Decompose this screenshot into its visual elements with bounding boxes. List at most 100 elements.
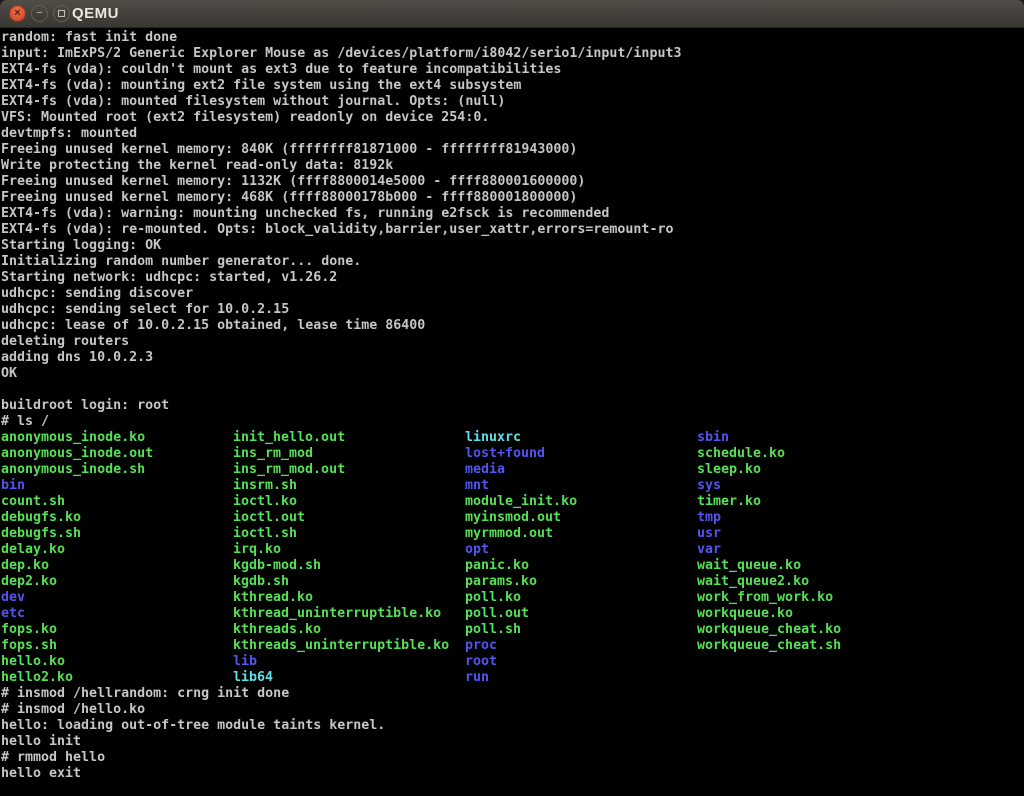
console-line: Freeing unused kernel memory: 468K (ffff… <box>1 190 1024 206</box>
file-name: timer.ko <box>697 494 761 510</box>
console-line: udhcpc: lease of 10.0.2.15 obtained, lea… <box>1 318 1024 334</box>
file-name: sys <box>697 478 721 494</box>
file-name: hello.ko <box>1 654 65 670</box>
console-line: Starting logging: OK <box>1 238 1024 254</box>
file-name: poll.ko <box>465 590 521 606</box>
ls-output: anonymous_inode.ko init_hello.out linuxrc s… <box>1 430 1024 686</box>
minimize-icon: − <box>36 8 42 19</box>
file-name: fops.sh <box>1 638 57 654</box>
ls-row: devkthread.kopoll.kowork_from_work.ko <box>1 590 1024 606</box>
maximize-button[interactable] <box>53 5 70 22</box>
file-name: irq.ko <box>233 542 281 558</box>
console-line: adding dns 10.0.2.3 <box>1 350 1024 366</box>
file-name: kthreads_uninterruptible.ko <box>233 638 449 654</box>
ls-row: etckthread_uninterruptible.kopoll.outwor… <box>1 606 1024 622</box>
ls-row: dep2.kokgdb.shparams.kowait_queue2.ko <box>1 574 1024 590</box>
ls-row: debugfs.koioctl.outmyinsmod.outtmp <box>1 510 1024 526</box>
file-name: work_from_work.ko <box>697 590 833 606</box>
ls-row: fops.sh kthreads_uninterruptible.ko proc wo… <box>1 638 1024 654</box>
file-name: dev <box>1 590 25 606</box>
file-name: wait_queue.ko <box>697 558 801 574</box>
file-name: usr <box>697 526 721 542</box>
file-name: fops.ko <box>1 622 57 638</box>
console-line: # insmod /hellrandom: crng init done <box>1 686 1024 702</box>
console-line: random: fast init done <box>1 30 1024 46</box>
console-line: VFS: Mounted root (ext2 filesystem) read… <box>1 110 1024 126</box>
file-name: workqueue.ko <box>697 606 793 622</box>
console-line: EXT4-fs (vda): re-mounted. Opts: block_v… <box>1 222 1024 238</box>
file-name: insrm.sh <box>233 478 297 494</box>
file-name: run <box>465 670 489 686</box>
file-name: hello2.ko <box>1 670 73 686</box>
close-button[interactable]: × <box>9 5 26 22</box>
console-line: input: ImExPS/2 Generic Explorer Mouse a… <box>1 46 1024 62</box>
file-name: module_init.ko <box>465 494 577 510</box>
file-name: debugfs.sh <box>1 526 81 542</box>
file-name: opt <box>465 542 489 558</box>
ls-row: hello2.ko lib64 run <box>1 670 1024 686</box>
tail-lines: # insmod /hellrandom: crng init done# in… <box>1 686 1024 782</box>
file-name: root <box>465 654 497 670</box>
file-name: var <box>697 542 721 558</box>
file-name: tmp <box>697 510 721 526</box>
file-name: panic.ko <box>465 558 529 574</box>
file-name: kthreads.ko <box>233 622 321 638</box>
console-line: # insmod /hello.ko <box>1 702 1024 718</box>
ls-row: debugfs.sh ioctl.sh myrmmod.out usr <box>1 526 1024 542</box>
ls-row: delay.ko irq.ko opt var <box>1 542 1024 558</box>
file-name: myrmmod.out <box>465 526 553 542</box>
file-name: sleep.ko <box>697 462 761 478</box>
file-name: wait_queue2.ko <box>697 574 809 590</box>
console-line: # rmmod hello <box>1 750 1024 766</box>
file-name: init_hello.out <box>233 430 345 446</box>
console-line: Starting network: udhcpc: started, v1.26… <box>1 270 1024 286</box>
file-name: lib64 <box>233 670 273 686</box>
console-line: EXT4-fs (vda): warning: mounting uncheck… <box>1 206 1024 222</box>
file-name: workqueue_cheat.sh <box>697 638 841 654</box>
file-name: lib <box>233 654 257 670</box>
file-name: poll.out <box>465 606 529 622</box>
console-line <box>1 382 1024 398</box>
ls-row: dep.ko kgdb-mod.sh panic.ko wait_queue.ko <box>1 558 1024 574</box>
ls-row: bininsrm.shmntsys <box>1 478 1024 494</box>
console-line: Write protecting the kernel read-only da… <box>1 158 1024 174</box>
file-name: anonymous_inode.ko <box>1 430 145 446</box>
close-icon: × <box>14 8 20 19</box>
window-title: QEMU <box>72 0 119 28</box>
ls-row: fops.ko kthreads.ko poll.sh workqueue_cheat… <box>1 622 1024 638</box>
file-name: debugfs.ko <box>1 510 81 526</box>
console-line: # ls / <box>1 414 1024 430</box>
file-name: delay.ko <box>1 542 65 558</box>
console-line: udhcpc: sending select for 10.0.2.15 <box>1 302 1024 318</box>
console-line: hello init <box>1 734 1024 750</box>
file-name: proc <box>465 638 497 654</box>
console-line: hello: loading out-of-tree module taints… <box>1 718 1024 734</box>
console-line: deleting routers <box>1 334 1024 350</box>
file-name: ins_rm_mod <box>233 446 313 462</box>
file-name: anonymous_inode.sh <box>1 462 145 478</box>
file-name: media <box>465 462 505 478</box>
file-name: ioctl.ko <box>233 494 297 510</box>
file-name: kgdb-mod.sh <box>233 558 321 574</box>
console-line: hello exit <box>1 766 1024 782</box>
file-name: linuxrc <box>465 430 521 446</box>
console-line: Freeing unused kernel memory: 840K (ffff… <box>1 142 1024 158</box>
minimize-button[interactable]: − <box>31 5 48 22</box>
console-line: udhcpc: sending discover <box>1 286 1024 302</box>
prompt-line: # <box>1 782 1024 796</box>
file-name: poll.sh <box>465 622 521 638</box>
file-name: schedule.ko <box>697 446 785 462</box>
qemu-window: × − QEMU random: fast init doneinput: Im… <box>0 0 1024 796</box>
ls-row: anonymous_inode.sh ins_rm_mod.out media sle… <box>1 462 1024 478</box>
console-line: Initializing random number generator... … <box>1 254 1024 270</box>
file-name: workqueue_cheat.ko <box>697 622 841 638</box>
ls-row: anonymous_inode.outins_rm_modlost+founds… <box>1 446 1024 462</box>
file-name: ins_rm_mod.out <box>233 462 345 478</box>
file-name: dep.ko <box>1 558 49 574</box>
titlebar[interactable]: × − QEMU <box>0 0 1024 28</box>
terminal-screen[interactable]: random: fast init doneinput: ImExPS/2 Ge… <box>0 28 1024 796</box>
ls-row: count.shioctl.komodule_init.kotimer.ko <box>1 494 1024 510</box>
file-name: ioctl.sh <box>233 526 297 542</box>
file-name: lost+found <box>465 446 545 462</box>
console-line: Freeing unused kernel memory: 1132K (fff… <box>1 174 1024 190</box>
